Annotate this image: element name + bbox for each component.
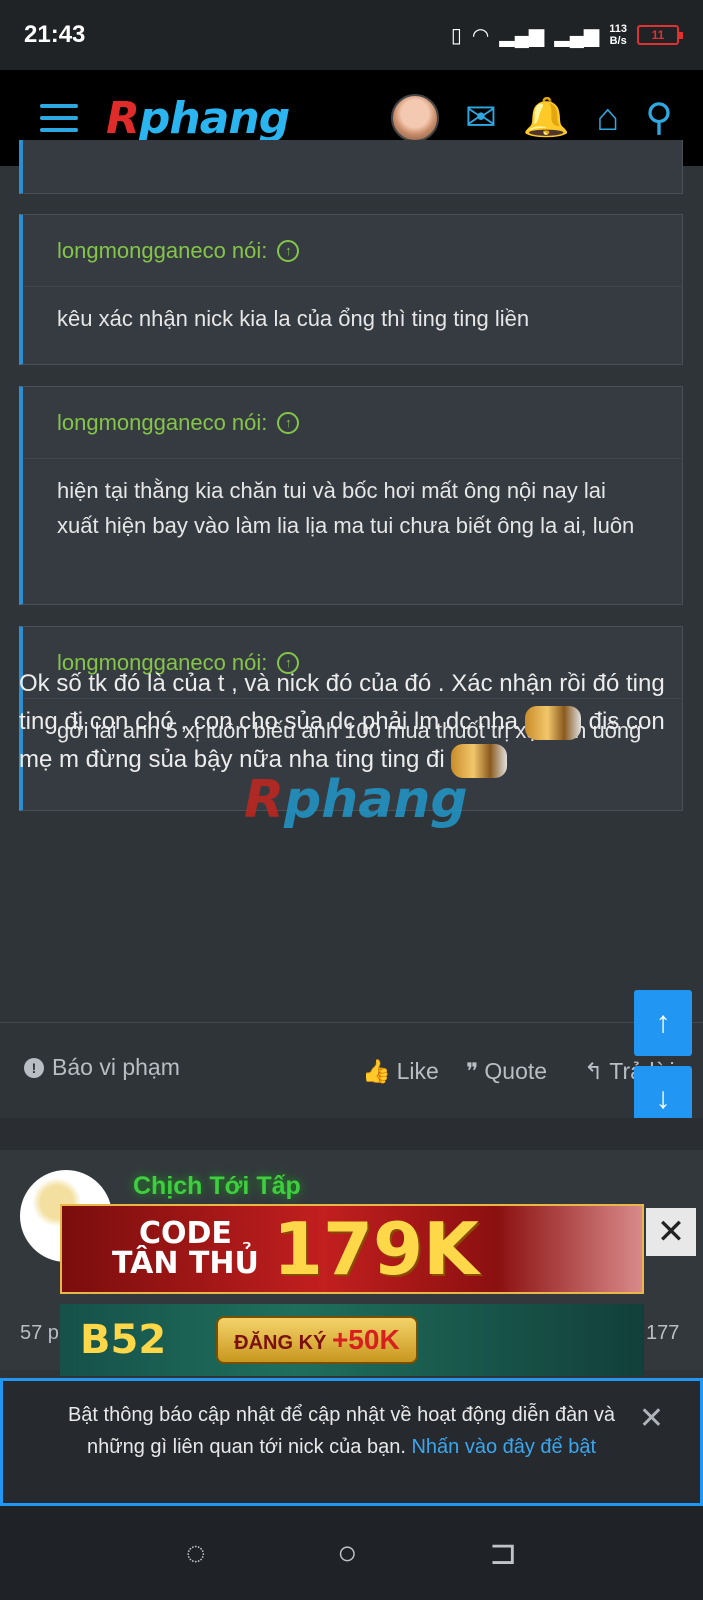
push-notification-banner: Bật thông báo cập nhật để cập nhật về ho… bbox=[0, 1378, 703, 1506]
post-stat-right: 177 bbox=[646, 1322, 680, 1344]
site-logo[interactable]: Rphang bbox=[106, 93, 290, 144]
ad-banner-code[interactable]: CODE TÂN THỦ 179K bbox=[60, 1204, 644, 1294]
thumbs-up-icon: 👍 bbox=[362, 1058, 391, 1084]
quote-block: longmongganeco nói: ↑ kêu xác nhận nick … bbox=[19, 214, 683, 365]
ad-close-button[interactable]: ✕ bbox=[646, 1208, 696, 1256]
battery-icon: 11 bbox=[637, 25, 683, 45]
quote-author[interactable]: longmongganeco nói: ↑ bbox=[23, 215, 682, 287]
back-icon[interactable]: ⊐ bbox=[489, 1533, 518, 1573]
post-stat-left: 57 p bbox=[20, 1322, 59, 1344]
reply-icon: ↰ bbox=[584, 1058, 604, 1084]
jump-to-quote-icon[interactable]: ↑ bbox=[277, 239, 300, 262]
search-icon[interactable]: ⚲ bbox=[645, 99, 673, 137]
warning-icon: ! bbox=[24, 1057, 44, 1078]
divider bbox=[0, 1022, 703, 1023]
close-icon[interactable]: ✕ bbox=[639, 1403, 664, 1435]
mail-icon[interactable]: ✉ bbox=[465, 99, 497, 137]
net-speed: 113 B/s bbox=[609, 23, 627, 47]
emoji-icon bbox=[451, 743, 508, 778]
status-icons: ▯ ◠ ▂▄▆ ▂▄▆ 113 B/s 11 bbox=[450, 23, 683, 48]
user-avatar[interactable] bbox=[391, 94, 440, 142]
quote-author[interactable]: longmongganeco nói: ↑ bbox=[23, 387, 682, 459]
quote-icon: ❞ bbox=[466, 1058, 479, 1084]
post-separator bbox=[0, 1118, 703, 1150]
menu-icon[interactable] bbox=[40, 104, 78, 132]
scroll-up-button[interactable]: ↑ bbox=[634, 990, 692, 1056]
status-bar: 21:43 ▯ ◠ ▂▄▆ ▂▄▆ 113 B/s 11 bbox=[0, 0, 703, 70]
post-body: Ok số tk đó là của t , và nick đó của đó… bbox=[19, 665, 683, 779]
clock: 21:43 bbox=[24, 21, 86, 48]
ad-banner-b52[interactable]: B52 ĐĂNG KÝ +50K bbox=[60, 1304, 644, 1376]
quote-text: hiện tại thằng kia chăn tui và bốc hơi m… bbox=[57, 478, 635, 538]
arrow-down-icon: ↓ bbox=[655, 1082, 671, 1115]
wifi-icon: ◠ bbox=[471, 24, 490, 47]
like-button[interactable]: 👍 Like bbox=[362, 1058, 439, 1085]
android-navigation-bar: ◌ ○ ⊐ bbox=[0, 1506, 703, 1600]
arrow-up-icon: ↑ bbox=[655, 1006, 671, 1039]
quote-block: longmongganeco nói: ↑ hiện tại thằng kia… bbox=[19, 386, 683, 605]
quote-button[interactable]: ❞ Quote bbox=[466, 1058, 547, 1085]
home-icon[interactable]: ○ bbox=[337, 1534, 358, 1573]
signal-icon: ▂▄▆ bbox=[499, 24, 545, 47]
store-icon[interactable]: ⌂ bbox=[596, 99, 619, 137]
enable-notifications-link[interactable]: Nhấn vào đây để bật bbox=[411, 1436, 596, 1458]
bell-icon[interactable]: 🔔 bbox=[523, 99, 570, 137]
report-button[interactable]: ! Báo vi phạm bbox=[24, 1054, 180, 1081]
watermark-logo: Rphang bbox=[244, 770, 468, 830]
header-actions: ✉ 🔔 ⌂ ⚲ bbox=[391, 94, 673, 142]
post-actions: ! Báo vi phạm 👍 Like ❞ Quote ↰ Trả lời bbox=[0, 1050, 703, 1100]
signal-icon-2: ▂▄▆ bbox=[554, 24, 600, 47]
recents-icon[interactable]: ◌ bbox=[186, 1534, 206, 1573]
poster-username[interactable]: Chịch Tới Tấp bbox=[133, 1172, 301, 1201]
quote-text: kêu xác nhận nick kia la của ổng thì tin… bbox=[57, 306, 530, 331]
vibrate-icon: ▯ bbox=[450, 24, 462, 47]
jump-to-quote-icon[interactable]: ↑ bbox=[277, 411, 300, 434]
quote-block-partial bbox=[19, 140, 683, 194]
emoji-icon bbox=[524, 705, 581, 740]
ad-register-cta: ĐĂNG KÝ +50K bbox=[216, 1316, 418, 1364]
